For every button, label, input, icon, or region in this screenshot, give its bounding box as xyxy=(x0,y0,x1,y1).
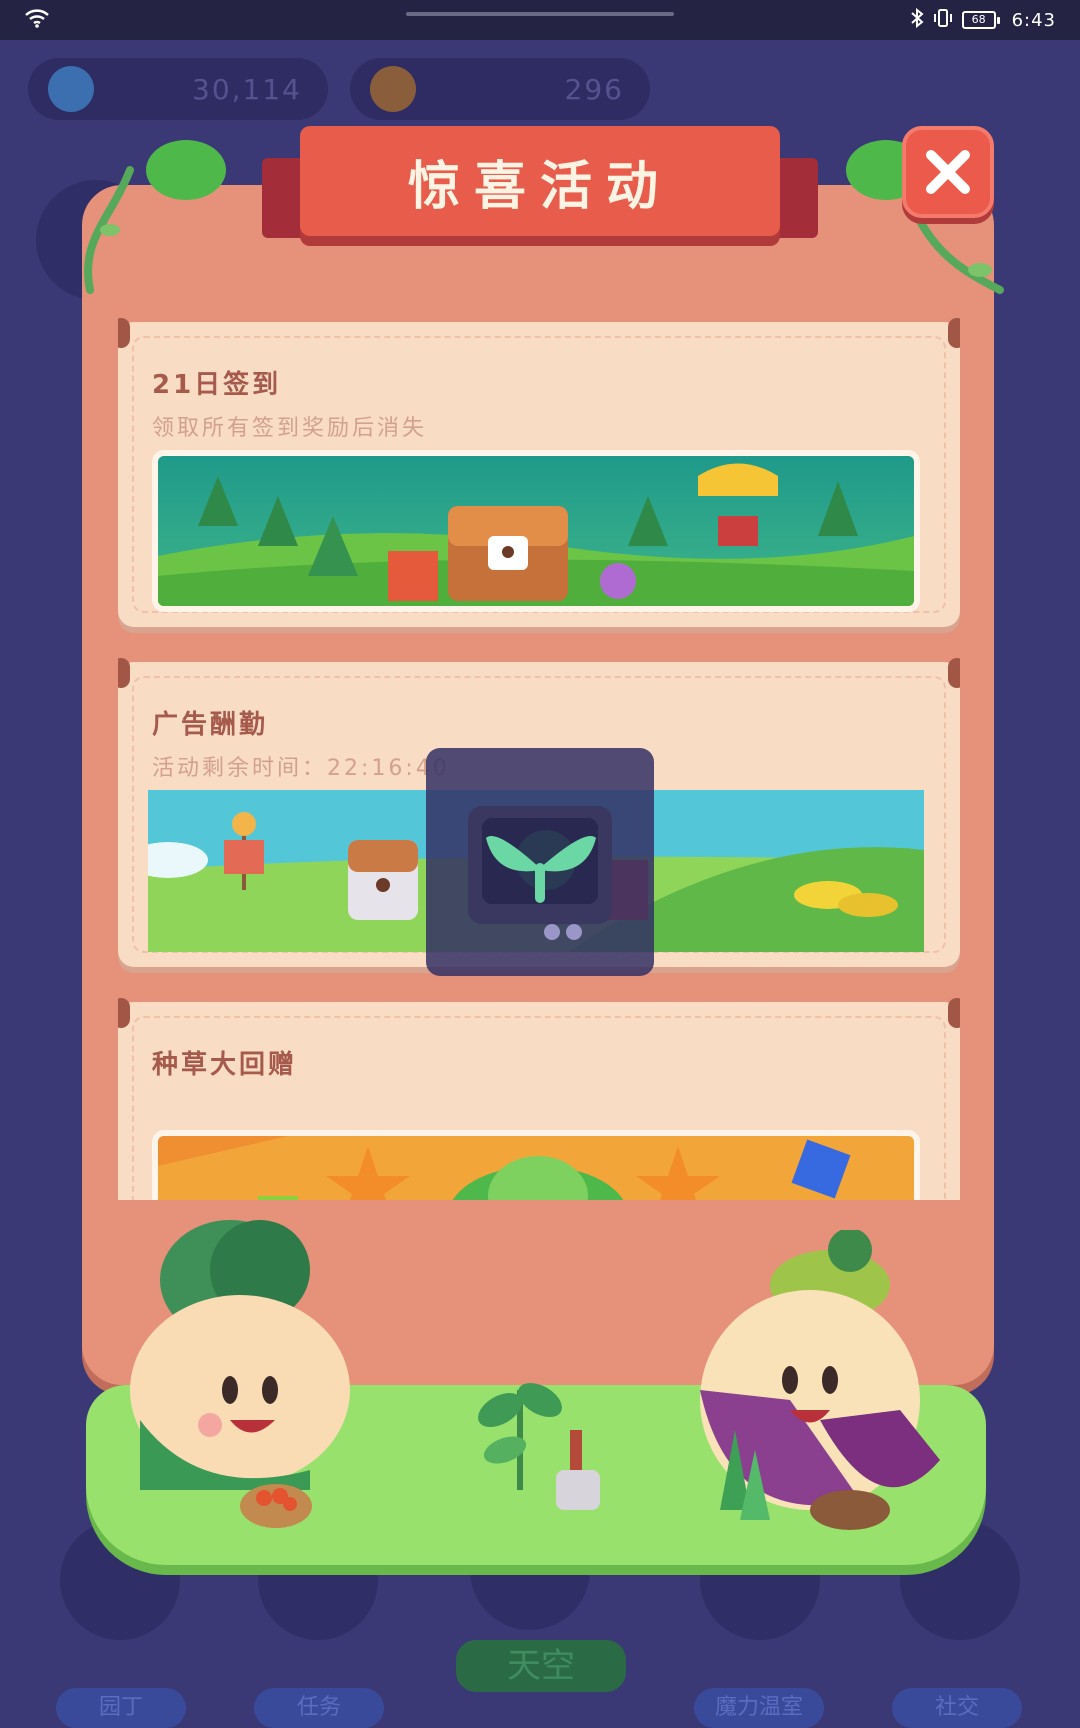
pin-right xyxy=(948,998,960,1028)
card-title: 21日签到 xyxy=(152,370,282,400)
battery-icon: 68 xyxy=(961,11,1000,29)
clock: 6:43 xyxy=(1011,9,1056,31)
card-title: 广告酬勤 xyxy=(152,710,269,740)
treasure-chest-banner[interactable] xyxy=(152,450,920,612)
pin-right xyxy=(948,658,960,688)
berry-bowl-icon xyxy=(240,1484,312,1528)
countdown-timer: 活动剩余时间：22:16:40 xyxy=(152,756,450,781)
background-bottom-nav: 园丁 任务 天空 魔力温室 社交 xyxy=(0,1640,1080,1728)
bluetooth-icon xyxy=(910,7,924,33)
card-title: 种草大回赠 xyxy=(152,1050,298,1080)
floating-app-overlay[interactable] xyxy=(426,748,654,976)
gesture-bar xyxy=(406,12,674,16)
activity-card-checkin[interactable]: 21日签到 领取所有签到奖励后消失 xyxy=(118,318,960,627)
status-bar: 68 6:43 xyxy=(0,0,1080,40)
radish-character-left xyxy=(130,1220,350,1490)
pin-left xyxy=(118,658,130,688)
pin-right xyxy=(948,318,960,348)
turnip-character-right xyxy=(700,1230,940,1530)
nav-sky: 天空 xyxy=(456,1640,626,1692)
sun-counter: 296 xyxy=(350,58,650,120)
nav-social: 社交 xyxy=(892,1688,1022,1728)
card-subtitle: 领取所有签到奖励后消失 xyxy=(152,416,428,441)
water-counter: 30,114 xyxy=(28,58,328,120)
activity-card-grass-rebate[interactable]: 种草大回赠 xyxy=(118,998,960,1200)
nav-gardener: 园丁 xyxy=(56,1688,186,1728)
close-button[interactable] xyxy=(902,126,994,218)
sprout-app-icon xyxy=(468,806,612,940)
grass-stars-banner[interactable] xyxy=(152,1130,920,1200)
pin-left xyxy=(118,318,130,348)
wifi-icon xyxy=(24,8,50,32)
vine-left-icon xyxy=(84,166,134,294)
sun-icon xyxy=(370,66,416,112)
pin-left xyxy=(118,998,130,1028)
nav-tasks: 任务 xyxy=(254,1688,384,1728)
sprout-and-shovel-icon xyxy=(478,1382,600,1510)
close-icon xyxy=(926,150,970,194)
water-drop-icon xyxy=(48,66,94,112)
nav-greenhouse: 魔力温室 xyxy=(694,1688,824,1728)
vibrate-icon xyxy=(932,8,954,33)
modal-title: 惊喜活动 xyxy=(300,126,780,236)
